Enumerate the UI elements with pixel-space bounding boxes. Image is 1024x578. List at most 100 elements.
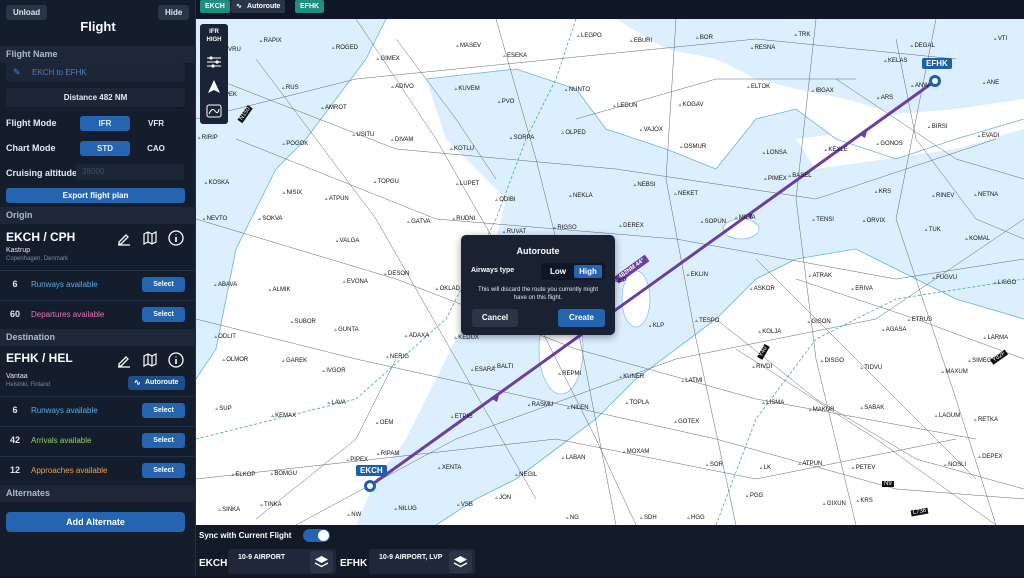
waypoint-marker[interactable]: ▵ RESNA [751,45,776,51]
waypoint-marker[interactable]: ▵ SIMEG [968,358,991,364]
waypoint-marker[interactable]: ▵ AGASA [882,327,907,333]
waypoint-marker[interactable]: ▵ HGG [687,515,705,521]
autoroute-tag[interactable]: ∿ Autoroute [231,0,286,13]
waypoint-marker[interactable]: ▵ ORVIX [863,218,885,224]
origin-departures-select-button[interactable]: Select [142,307,185,322]
waypoint-marker[interactable]: ▵ PIPEX [346,457,368,463]
waypoint-marker[interactable]: ▵ LABAN [562,455,586,461]
waypoint-marker[interactable]: ▵ NEVTO [203,216,227,222]
waypoint-marker[interactable]: ▵ DEPEX [978,454,1002,460]
waypoint-marker[interactable]: ▵ MILTA [735,215,756,221]
waypoint-marker[interactable]: ▵ LISMA [762,400,784,406]
waypoint-marker[interactable]: ▵ BASEL [788,173,811,179]
waypoint-marker[interactable]: ▵ RUVAT [503,229,526,235]
waypoint-marker[interactable]: ▵ ELKOP [231,472,255,478]
destination-approaches-select-button[interactable]: Select [142,463,185,478]
waypoint-marker[interactable]: ▵ NERIG [386,354,409,360]
waypoint-marker[interactable]: ▵ OLPED [561,130,585,136]
waypoint-marker[interactable]: ▵ RIPAM [377,451,399,457]
waypoint-marker[interactable]: ▵ RINEV [932,193,954,199]
waypoint-marker[interactable]: ▵ ESARA [471,367,495,373]
waypoint-marker[interactable]: ▵ NG [566,515,579,521]
origin-tag[interactable]: EKCH [200,0,230,13]
waypoint-marker[interactable]: ▵ KOLJA [758,329,781,335]
waypoint-marker[interactable]: ▵ SOPUN [701,219,726,225]
waypoint-marker[interactable]: ▵ RETKA [974,417,998,423]
airways-low-option[interactable]: Low [544,265,572,278]
waypoint-marker[interactable]: ▵ ADAXA [405,333,429,339]
waypoint-marker[interactable]: ▵ NUNTO [565,87,590,93]
waypoint-marker[interactable]: ▵ KRS [856,498,872,504]
waypoint-marker[interactable]: ▵ AMROT [321,105,347,111]
waypoint-marker[interactable]: ▵ SINKA [218,507,240,513]
edit-origin-icon[interactable] [115,229,133,247]
waypoint-marker[interactable]: ▵ MAXUM [941,369,967,375]
waypoint-marker[interactable]: ▵ OLMOR [222,357,248,363]
waypoint-marker[interactable]: ▵ KEMAX [271,413,296,419]
waypoint-marker[interactable]: ▵ KUNER [619,374,644,380]
waypoint-marker[interactable]: ▵ DEGAL [911,43,935,49]
waypoint-marker[interactable]: ▵ KLP [649,323,664,329]
waypoint-marker[interactable]: ▵ BALTI [493,364,513,370]
waypoint-marker[interactable]: ▵ LUPET [456,181,479,187]
waypoint-marker[interactable]: ▵ OKLAD [436,286,460,292]
waypoint-marker[interactable]: ▵ ATRAK [809,273,832,279]
waypoint-marker[interactable]: ▵ DIVAM [391,137,413,143]
waypoint-marker[interactable]: ▵ RUS [282,85,299,91]
waypoint-marker[interactable]: ▵ NILEN [567,405,589,411]
waypoint-marker[interactable]: ▵ DISGO [821,358,844,364]
waypoint-marker[interactable]: ▵ OEM [376,420,394,426]
waypoint-marker[interactable]: ▵ ODLIT [214,334,236,340]
destination-arrivals-row[interactable]: 42 Arrivals available Select [0,426,196,455]
waypoint-marker[interactable]: ▵ LAGUM [935,413,960,419]
waypoint-marker[interactable]: ▵ ATPUN [325,196,349,202]
waypoint-marker[interactable]: ▵ NOSLI [944,462,966,468]
waypoint-marker[interactable]: ▵ KUVEM [454,86,479,92]
waypoint-marker[interactable]: ▵ GOTEX [674,419,699,425]
hide-button[interactable]: Hide [158,5,190,20]
waypoint-marker[interactable]: ▵ LEDUN [613,103,637,109]
flight-mode-ifr[interactable]: IFR [80,116,130,131]
waypoint-marker[interactable]: ▵ NETNA [974,192,998,198]
waypoint-marker[interactable]: ▵ EVADI [978,133,999,139]
waypoint-marker[interactable]: ▵ ALMIK [269,287,291,293]
waypoint-marker[interactable]: ▵ EKLIN [687,272,708,278]
chart-mode-cao[interactable]: CAO [134,141,178,156]
waypoint-marker[interactable]: ▵ LAVA [328,400,346,406]
waypoint-marker[interactable]: ▵ USITU [352,132,374,138]
waypoint-marker[interactable]: ▵ ASKOR [750,286,775,292]
add-alternate-button[interactable]: Add Alternate [6,512,185,532]
waypoint-marker[interactable]: ▵ NILUG [395,506,417,512]
waypoint-marker[interactable]: ▵ MASEV [456,43,481,49]
origin-info-icon[interactable] [167,229,185,247]
waypoint-marker[interactable]: ▵ NEKLA [569,193,593,199]
waypoint-marker[interactable]: ▵ GAREK [282,358,307,364]
waypoint-marker[interactable]: ▵ TIDVU [860,365,882,371]
destination-runways-row[interactable]: 6 Runways available Select [0,396,196,425]
waypoint-marker[interactable]: ▵ BOR [696,35,713,41]
cruise-altitude-input[interactable]: 38000 [76,164,184,180]
waypoint-marker[interactable]: ▵ NISIX [283,190,303,196]
waypoint-marker[interactable]: ▵ TUK [925,227,941,233]
waypoint-marker[interactable]: ▵ NEGIL [515,472,537,478]
waypoint-marker[interactable]: ▵ VAJOX [640,127,663,133]
waypoint-marker[interactable]: ▵ KOTLU [450,146,474,152]
unload-button[interactable]: Unload [6,5,48,20]
destination-info-icon[interactable] [167,351,185,369]
waypoint-marker[interactable]: ▵ KRS [875,189,891,195]
waypoint-marker[interactable]: ▵ TINKA [260,502,282,508]
waypoint-marker[interactable]: ▵ DEREX [619,223,644,229]
waypoint-marker[interactable]: ▵ LATMI [681,378,702,384]
flight-name-field[interactable]: ✎ EKCH to EFHK [6,63,185,82]
waypoint-marker[interactable]: ▵ ERIVA [851,286,872,292]
waypoint-marker[interactable]: ▵ ETPIG [451,414,473,420]
waypoint-marker[interactable]: ▵ ODIBI [495,197,515,203]
waypoint-marker[interactable]: ▵ XENTA [438,465,461,471]
chart-mode-std[interactable]: STD [80,141,130,156]
waypoint-marker[interactable]: ▵ KEDUX [454,335,479,341]
profile-view-icon[interactable] [205,103,223,119]
waypoint-marker[interactable]: ▵ JON [495,495,511,501]
waypoint-marker[interactable]: ▵ ANE [983,80,999,86]
edit-destination-icon[interactable] [115,351,133,369]
flight-mode-vfr[interactable]: VFR [134,116,178,131]
